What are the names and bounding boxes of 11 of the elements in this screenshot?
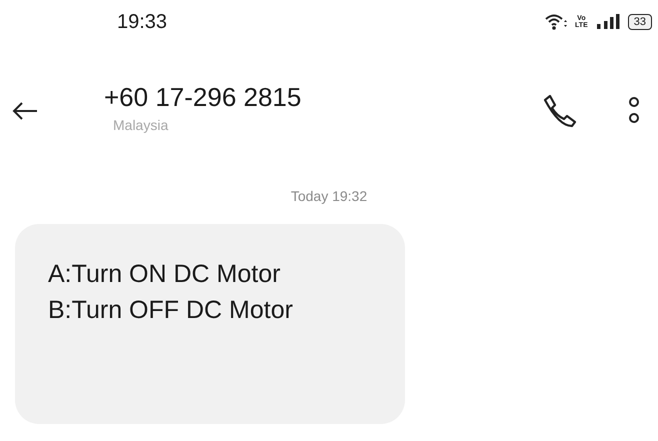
wifi-icon	[545, 14, 568, 30]
battery-indicator: 33	[628, 14, 652, 30]
more-options-icon[interactable]	[628, 96, 640, 126]
phone-icon[interactable]	[541, 94, 577, 128]
contact-country: Malaysia	[113, 117, 170, 133]
back-arrow-icon[interactable]	[12, 101, 38, 121]
signal-icon	[596, 14, 620, 30]
contact-number: +60 17-296 2815	[104, 81, 302, 113]
status-time: 19:33	[117, 10, 168, 34]
message-timestamp: Today 19:32	[290, 188, 368, 206]
message-bubble: A:Turn ON DC Motor B:Turn OFF DC Motor	[15, 224, 405, 424]
